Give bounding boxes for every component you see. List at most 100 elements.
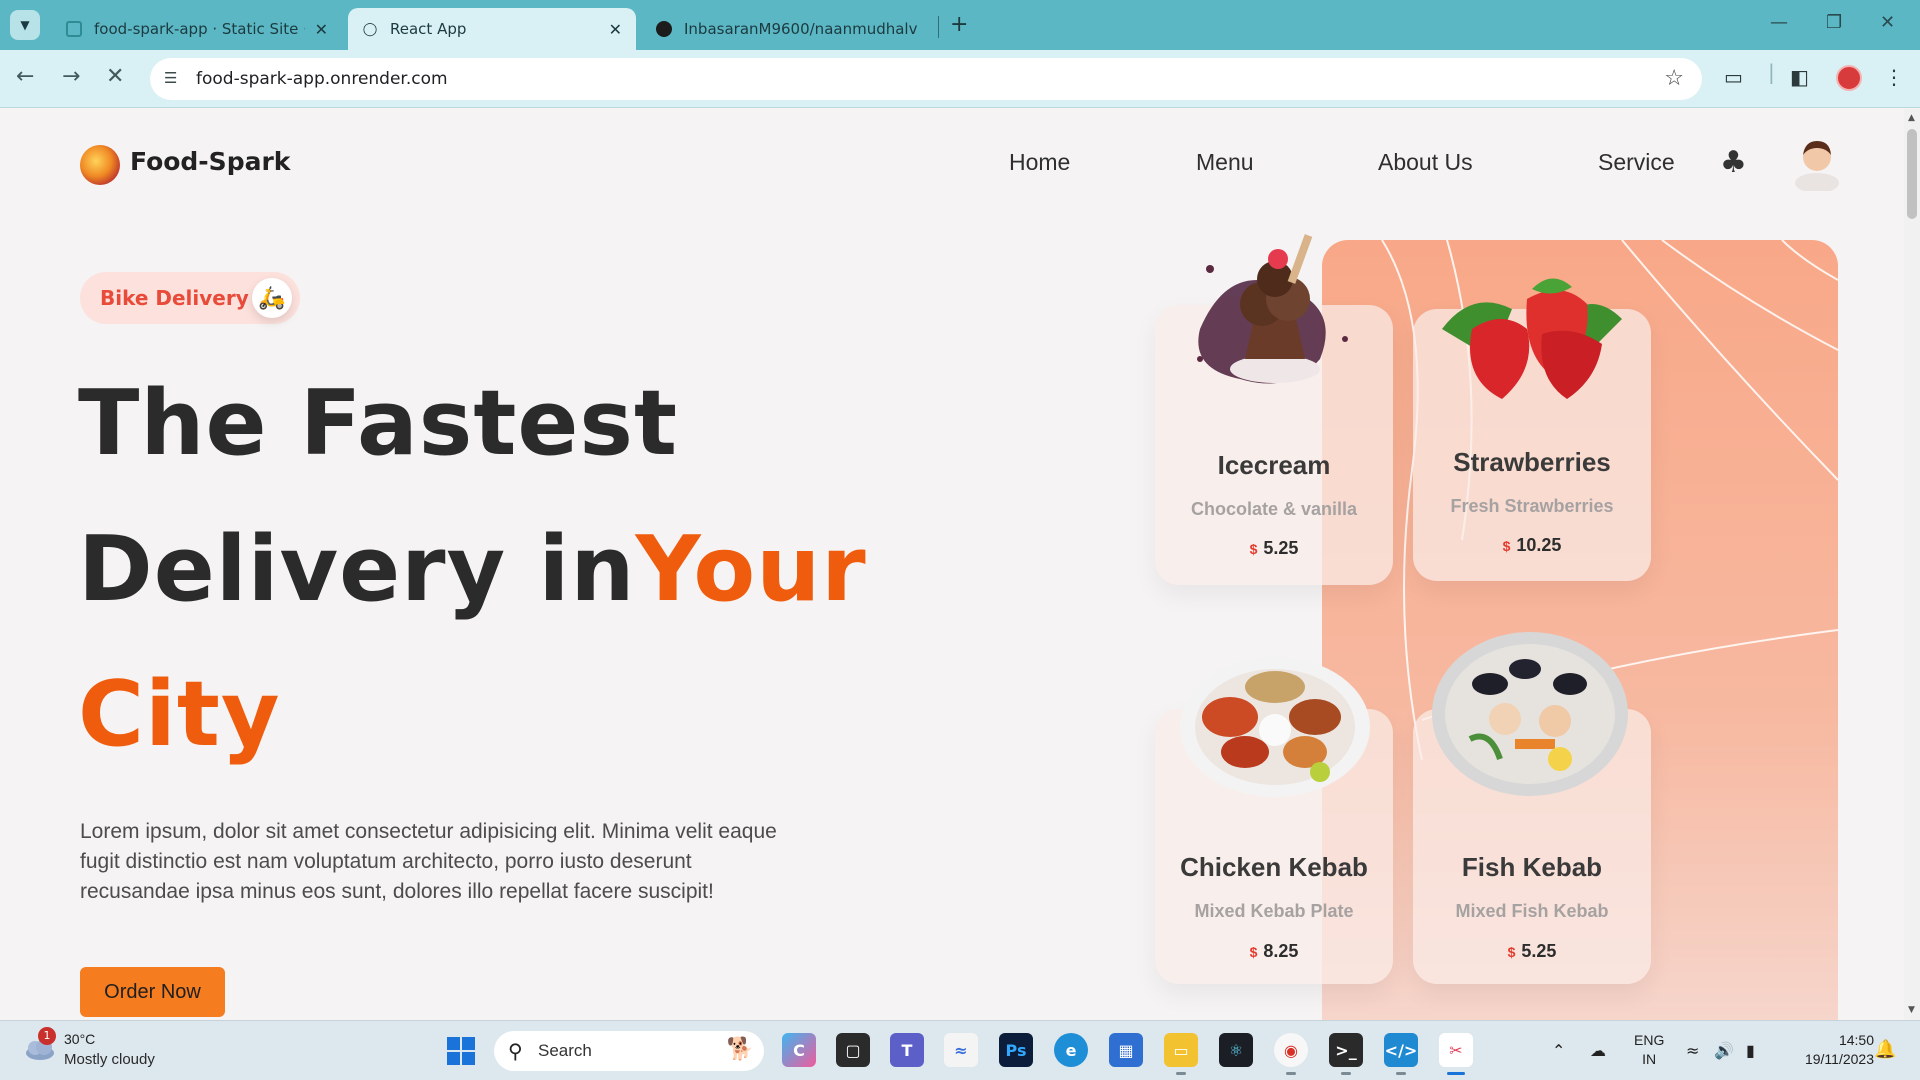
address-bar[interactable]: ☰ food-spark-app.onrender.com ☆ — [150, 58, 1702, 100]
card-price: $5.25 — [1155, 538, 1393, 559]
currency-symbol: $ — [1249, 944, 1258, 960]
card-subtitle: Fresh Strawberries — [1450, 496, 1614, 516]
url-text: food-spark-app.onrender.com — [196, 69, 448, 89]
show-hidden-icons-icon[interactable]: ⌃ — [1552, 1041, 1565, 1060]
chrome-menu-icon[interactable]: ⋮ — [1884, 65, 1904, 89]
back-icon[interactable]: ← — [16, 64, 34, 89]
restore-icon[interactable]: ❐ — [1826, 12, 1842, 33]
system-clock[interactable]: 14:50 19/11/2023 — [1786, 1031, 1874, 1069]
tab-title: InbasaranM9600/naanmudhalv — [684, 20, 918, 38]
card-subtitle: Chocolate & vanilla — [1190, 499, 1358, 519]
chicken-kebab-image — [1180, 657, 1370, 797]
tab-title: React App — [390, 20, 467, 38]
card-title: Fish Kebab — [1461, 852, 1603, 882]
widgets-icon[interactable]: ≈ — [944, 1033, 978, 1067]
currency-symbol: $ — [1249, 541, 1258, 557]
nav-service[interactable]: Service — [1598, 149, 1675, 176]
food-spark-logo-icon[interactable] — [80, 145, 120, 185]
card-subtitle: Mixed Fish Kebab — [1455, 901, 1609, 921]
edge-icon[interactable]: e — [1054, 1033, 1088, 1067]
icecream-image — [1197, 234, 1348, 384]
close-window-icon[interactable]: ✕ — [1880, 12, 1895, 33]
profile-avatar-icon[interactable] — [1836, 65, 1862, 91]
weather-badge: 1 — [38, 1027, 56, 1045]
extensions-icon[interactable]: ▭ — [1724, 65, 1743, 89]
photoshop-icon[interactable]: Ps — [999, 1033, 1033, 1067]
chrome-icon[interactable]: ◉ — [1274, 1033, 1308, 1075]
side-panel-icon[interactable]: ◧ — [1790, 65, 1809, 89]
price-value: 10.25 — [1516, 535, 1562, 555]
forward-icon[interactable]: → — [62, 64, 80, 89]
user-avatar-icon[interactable] — [1792, 135, 1842, 191]
taskbar-search[interactable]: ⚲ Search 🐕 — [494, 1031, 764, 1071]
bookmark-star-icon[interactable]: ☆ — [1664, 66, 1684, 91]
notification-bell-icon[interactable]: 🔔 — [1874, 1039, 1896, 1060]
order-now-button[interactable]: Order Now — [80, 967, 225, 1017]
scroll-down-icon[interactable]: ▼ — [1908, 1005, 1915, 1015]
search-highlight-icon: 🐕 — [726, 1037, 754, 1062]
github-icon — [656, 21, 672, 37]
file-explorer-icon[interactable]: ▭ — [1164, 1033, 1198, 1075]
volume-icon[interactable]: 🔊 — [1714, 1041, 1734, 1060]
terminal-icon[interactable]: >_ — [1329, 1033, 1363, 1075]
task-view-icon[interactable]: ▢ — [836, 1033, 870, 1067]
tab-github[interactable]: InbasaranM9600/naanmudhalv — [642, 8, 932, 50]
tab-react-app[interactable]: ◯ React App ✕ — [348, 8, 636, 50]
basket-icon[interactable]: ♣ — [1720, 145, 1747, 180]
hero-accent-text: Your — [635, 517, 867, 622]
card-title: Strawberries — [1453, 447, 1611, 477]
nav-home[interactable]: Home — [1009, 149, 1070, 176]
currency-symbol: $ — [1507, 944, 1516, 960]
minimize-icon[interactable]: — — [1770, 12, 1788, 33]
page-scrollbar[interactable]: ▲ ▼ — [1904, 109, 1920, 1020]
search-icon: ⚲ — [508, 1039, 523, 1063]
cloud-offline-icon[interactable]: ☁ — [1590, 1041, 1606, 1060]
search-label: Search — [538, 1041, 592, 1060]
card-price: $10.25 — [1413, 535, 1651, 556]
wifi-icon[interactable]: ≈ — [1686, 1041, 1699, 1060]
weather-description[interactable]: Mostly cloudy — [64, 1051, 155, 1068]
brand-name[interactable]: Food-Spark — [130, 147, 290, 176]
tab-static-site[interactable]: food-spark-app · Static Site · R ✕ — [52, 8, 342, 50]
loading-favicon-icon: ◯ — [362, 21, 378, 37]
nav-about-us[interactable]: About Us — [1378, 149, 1473, 176]
card-title: Chicken Kebab — [1180, 852, 1368, 882]
clock-date: 19/11/2023 — [1804, 1051, 1874, 1067]
site-settings-icon[interactable]: ☰ — [164, 69, 184, 89]
nav-menu[interactable]: Menu — [1196, 149, 1254, 176]
store-icon[interactable]: ▦ — [1109, 1033, 1143, 1067]
close-tab-icon[interactable]: ✕ — [609, 20, 622, 39]
input-language[interactable]: ENG IN — [1634, 1031, 1664, 1069]
strawberries-image — [1442, 278, 1622, 399]
start-windows-icon[interactable] — [447, 1037, 475, 1065]
web-page: Food-Spark Home Menu About Us Service ♣ … — [0, 109, 1904, 1020]
scooter-icon: 🛵 — [252, 278, 292, 318]
hero-text: The Fastest — [78, 371, 678, 476]
render-favicon-icon — [66, 21, 82, 37]
stop-loading-icon[interactable]: ✕ — [106, 64, 124, 89]
react-icon[interactable]: ⚛ — [1219, 1033, 1253, 1067]
battery-icon[interactable]: ▮ — [1746, 1041, 1755, 1060]
scrollbar-thumb[interactable] — [1907, 129, 1917, 219]
scroll-up-icon[interactable]: ▲ — [1908, 113, 1915, 123]
tab-separator — [938, 16, 939, 38]
tab-search-button[interactable]: ▼ — [10, 10, 40, 40]
teams-icon[interactable]: T — [890, 1033, 924, 1067]
vscode-icon[interactable]: </> — [1384, 1033, 1418, 1075]
close-tab-icon[interactable]: ✕ — [315, 20, 328, 39]
clock-time: 14:50 — [1838, 1032, 1874, 1048]
copilot-icon[interactable]: C — [782, 1033, 816, 1067]
new-tab-icon[interactable]: + — [950, 12, 968, 37]
card-price: $8.25 — [1155, 941, 1393, 962]
weather-temperature[interactable]: 30°C — [64, 1031, 95, 1047]
fish-kebab-image — [1432, 632, 1628, 796]
price-value: 8.25 — [1263, 941, 1299, 961]
card-price: $5.25 — [1413, 941, 1651, 962]
bike-delivery-badge: Bike Delivery 🛵 — [80, 272, 300, 324]
price-value: 5.25 — [1263, 538, 1299, 558]
hero-text: Delivery in — [78, 517, 636, 622]
card-subtitle: Mixed Kebab Plate — [1194, 901, 1354, 921]
region-code: IN — [1642, 1051, 1657, 1067]
hero-accent-text: City — [78, 662, 281, 767]
snipping-tool-icon[interactable]: ✂ — [1439, 1033, 1473, 1075]
